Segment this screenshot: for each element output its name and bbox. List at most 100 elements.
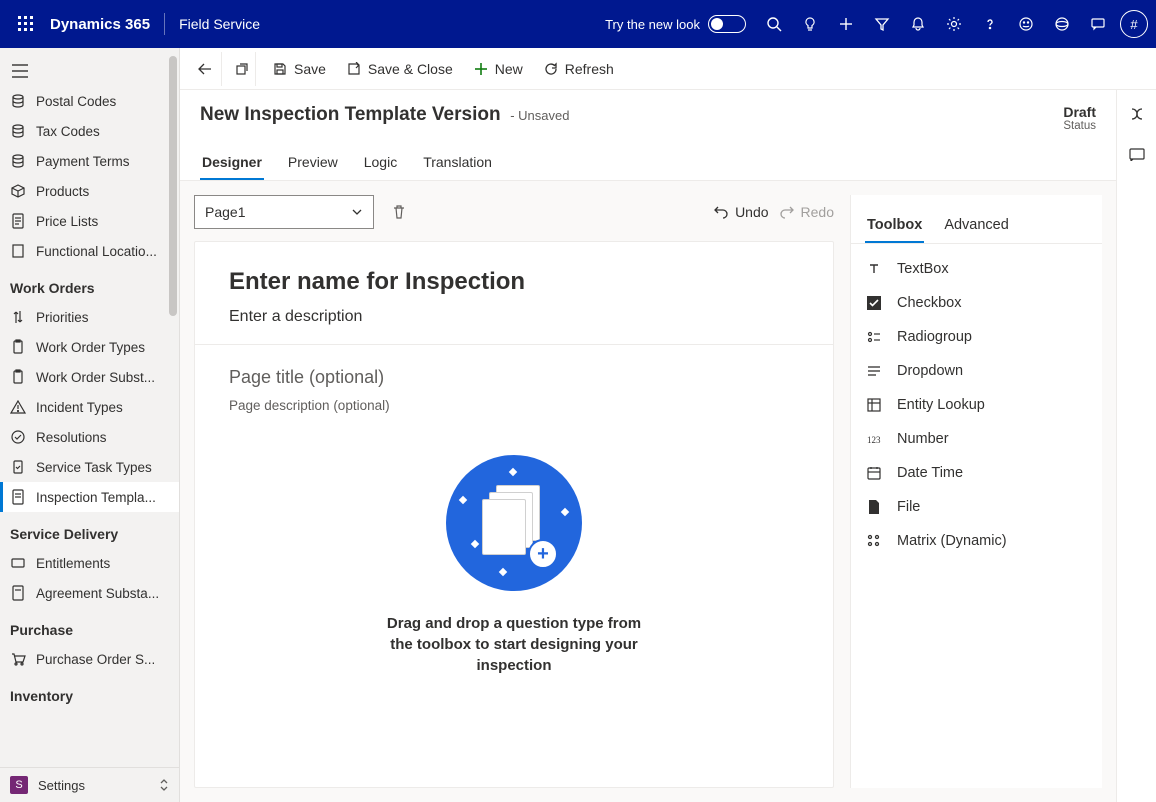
smile-icon[interactable] [1008, 0, 1044, 48]
toolbox-entity-lookup[interactable]: Entity Lookup [851, 388, 1102, 422]
toolbox-tab-toolbox[interactable]: Toolbox [865, 209, 924, 243]
designer-canvas: Enter name for Inspection Enter a descri… [194, 241, 834, 788]
nav-label: Work Order Subst... [36, 370, 155, 385]
tab-designer[interactable]: Designer [200, 146, 264, 180]
copilot-icon[interactable] [1123, 100, 1151, 128]
nav-resolutions[interactable]: Resolutions [0, 422, 179, 452]
nav-postal-codes[interactable]: Postal Codes [0, 86, 179, 116]
help-icon[interactable] [972, 0, 1008, 48]
tb-label: Date Time [897, 465, 963, 481]
delete-page-button[interactable] [384, 197, 414, 227]
nav-agreement-substa[interactable]: Agreement Substa... [0, 578, 179, 608]
inspection-name-input[interactable]: Enter name for Inspection [229, 268, 799, 296]
nav-label: Products [36, 184, 89, 199]
stack-icon [10, 123, 26, 139]
back-button[interactable] [188, 52, 222, 86]
left-nav: Postal Codes Tax Codes Payment Terms Pro… [0, 48, 180, 802]
toolbox-checkbox[interactable]: Checkbox [851, 286, 1102, 320]
save-button[interactable]: Save [262, 55, 336, 83]
lightbulb-icon[interactable] [792, 0, 828, 48]
inspection-desc-input[interactable]: Enter a description [229, 308, 799, 326]
checkbox-icon [865, 294, 883, 312]
plus-badge-icon: + [528, 539, 558, 569]
canvas-toolbar: Page1 Undo [194, 195, 834, 241]
nav-work-order-subst[interactable]: Work Order Subst... [0, 362, 179, 392]
undo-button[interactable]: Undo [713, 204, 768, 220]
app-launcher-icon[interactable] [8, 0, 44, 48]
nav-priorities[interactable]: Priorities [0, 302, 179, 332]
filter-icon[interactable] [864, 0, 900, 48]
document-icon [10, 489, 26, 505]
ticket-icon [10, 555, 26, 571]
search-icon[interactable] [756, 0, 792, 48]
nav-purchase-order[interactable]: Purchase Order S... [0, 644, 179, 674]
chevron-down-icon [351, 208, 363, 216]
toolbox-dropdown[interactable]: Dropdown [851, 354, 1102, 388]
nav-functional-locations[interactable]: Functional Locatio... [0, 236, 179, 266]
nav-service-task-types[interactable]: Service Task Types [0, 452, 179, 482]
nav-label: Resolutions [36, 430, 107, 445]
stack-icon [10, 153, 26, 169]
environment-icon[interactable] [1044, 0, 1080, 48]
text-icon [865, 260, 883, 278]
area-switcher[interactable]: S Settings [0, 767, 179, 802]
matrix-icon [865, 532, 883, 550]
save-close-button[interactable]: Save & Close [336, 55, 463, 83]
redo-icon [779, 205, 795, 219]
page-selector[interactable]: Page1 [194, 195, 374, 229]
sidebar-scrollbar[interactable] [169, 56, 177, 316]
gear-icon[interactable] [936, 0, 972, 48]
save-close-icon [346, 61, 362, 77]
redo-button[interactable]: Redo [779, 204, 834, 220]
add-icon[interactable] [828, 0, 864, 48]
nav-products[interactable]: Products [0, 176, 179, 206]
nav-entitlements[interactable]: Entitlements [0, 548, 179, 578]
nav-label: Work Order Types [36, 340, 145, 355]
box-icon [10, 183, 26, 199]
nav-work-order-types[interactable]: Work Order Types [0, 332, 179, 362]
nav-inspection-templates[interactable]: Inspection Templa... [0, 482, 179, 512]
bell-icon[interactable] [900, 0, 936, 48]
tab-translation[interactable]: Translation [421, 146, 494, 180]
toolbox-number[interactable]: 123Number [851, 422, 1102, 456]
toolbox-file[interactable]: File [851, 490, 1102, 524]
nav-payment-terms[interactable]: Payment Terms [0, 146, 179, 176]
tb-label: Entity Lookup [897, 397, 985, 413]
nav-price-lists[interactable]: Price Lists [0, 206, 179, 236]
nav-group-service-delivery: Service Delivery [0, 512, 179, 548]
nav-label: Functional Locatio... [36, 244, 157, 259]
cmd-label: Save [294, 61, 326, 77]
page-icon [10, 213, 26, 229]
page-desc-input[interactable]: Page description (optional) [229, 398, 799, 413]
empty-state: + Drag and drop a question type from the… [195, 435, 833, 736]
toolbox-tab-advanced[interactable]: Advanced [942, 209, 1011, 243]
hamburger-icon[interactable] [0, 56, 179, 86]
chat-icon[interactable] [1080, 0, 1116, 48]
try-new-look-toggle[interactable] [708, 15, 746, 33]
cart-icon [10, 651, 26, 667]
related-icon[interactable] [1123, 140, 1151, 168]
tab-preview[interactable]: Preview [286, 146, 340, 180]
open-in-new-window-button[interactable] [228, 52, 256, 86]
toolbox-datetime[interactable]: Date Time [851, 456, 1102, 490]
page-title-input[interactable]: Page title (optional) [229, 367, 799, 388]
tb-label: File [897, 499, 920, 515]
clipboard-icon [10, 339, 26, 355]
nav-incident-types[interactable]: Incident Types [0, 392, 179, 422]
new-button[interactable]: New [463, 55, 533, 83]
toolbox-textbox[interactable]: TextBox [851, 252, 1102, 286]
toolbox-radiogroup[interactable]: Radiogroup [851, 320, 1102, 354]
brand-label[interactable]: Dynamics 365 [50, 16, 150, 33]
tab-logic[interactable]: Logic [362, 146, 399, 180]
check-circle-icon [10, 429, 26, 445]
arrows-icon [10, 309, 26, 325]
right-rail [1116, 90, 1156, 802]
user-avatar[interactable]: # [1120, 10, 1148, 38]
cmd-label: New [495, 61, 523, 77]
nav-tax-codes[interactable]: Tax Codes [0, 116, 179, 146]
toolbox-matrix[interactable]: Matrix (Dynamic) [851, 524, 1102, 558]
app-name[interactable]: Field Service [179, 16, 260, 32]
lookup-icon [865, 396, 883, 414]
nav-group-work-orders: Work Orders [0, 266, 179, 302]
refresh-button[interactable]: Refresh [533, 55, 624, 83]
